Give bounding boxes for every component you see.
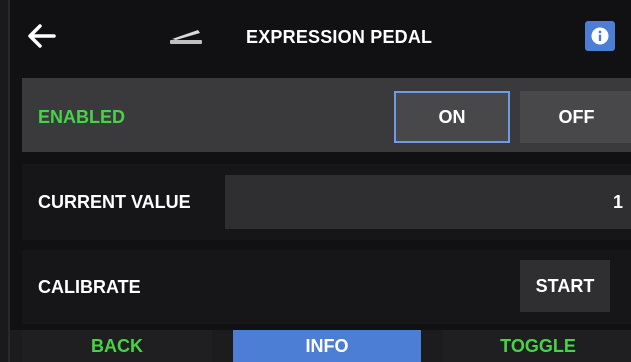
- current-value-field: 1: [225, 175, 631, 229]
- toggle-button[interactable]: TOGGLE: [443, 330, 631, 362]
- current-value-readout: 1: [612, 192, 623, 212]
- expression-pedal-icon: [168, 26, 204, 48]
- expression-pedal-screen: EXPRESSION PEDAL ENABLED ON OFF CURRENT …: [8, 0, 631, 362]
- enabled-row: ENABLED ON OFF: [22, 78, 631, 152]
- toggle-button-label: TOGGLE: [500, 335, 576, 356]
- info-icon[interactable]: [585, 21, 615, 51]
- current-value-row: CURRENT VALUE 1: [22, 164, 631, 240]
- off-button-label: OFF: [558, 106, 595, 127]
- calibrate-row: CALIBRATE START: [22, 250, 631, 324]
- start-calibration-button[interactable]: START: [520, 260, 610, 312]
- page-title: EXPRESSION PEDAL: [246, 27, 433, 47]
- enabled-label: ENABLED: [38, 107, 126, 127]
- on-button[interactable]: ON: [394, 91, 510, 143]
- start-button-label: START: [535, 275, 595, 296]
- back-button[interactable]: BACK: [22, 330, 212, 362]
- bottom-bar: BACK INFO TOGGLE: [10, 330, 631, 362]
- current-value-label: CURRENT VALUE: [38, 192, 191, 212]
- back-button-label: BACK: [91, 335, 143, 356]
- off-button[interactable]: OFF: [520, 91, 631, 143]
- info-button[interactable]: INFO: [233, 330, 421, 362]
- on-button-label: ON: [438, 106, 466, 127]
- info-button-label: INFO: [305, 335, 349, 356]
- arrow-left-icon[interactable]: [26, 22, 58, 50]
- calibrate-label: CALIBRATE: [38, 277, 141, 297]
- header: EXPRESSION PEDAL: [10, 0, 631, 74]
